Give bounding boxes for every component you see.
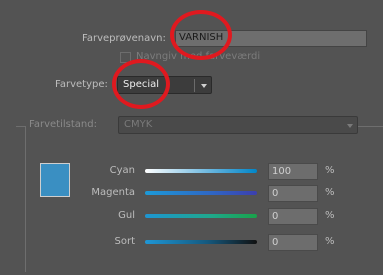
sort-value: 0 — [272, 237, 279, 248]
group-line-right — [358, 126, 383, 127]
chevron-down-icon — [347, 124, 353, 128]
color-mode-value: CMYK — [124, 119, 153, 130]
gul-value-field[interactable]: 0 — [268, 208, 318, 225]
color-type-label: Farvetype: — [55, 79, 108, 90]
cyan-slider[interactable] — [145, 169, 257, 173]
sort-value-field[interactable]: 0 — [268, 234, 318, 251]
magenta-value: 0 — [272, 188, 279, 199]
highlight-circle-type — [112, 59, 170, 109]
slider-label-cyan: Cyan — [109, 165, 135, 176]
cyan-value: 100 — [272, 166, 292, 177]
highlight-circle-name — [170, 10, 232, 60]
magenta-slider[interactable] — [145, 191, 257, 195]
group-line-left — [16, 126, 26, 127]
slider-label-gul: Gul — [118, 210, 135, 221]
chevron-down-icon — [201, 84, 207, 88]
color-swatch-preview — [40, 163, 70, 197]
magenta-unit: % — [325, 187, 335, 198]
color-mode-groupbox — [25, 126, 371, 272]
sort-unit: % — [325, 236, 335, 247]
dropdown-separator — [194, 79, 195, 92]
magenta-value-field[interactable]: 0 — [268, 185, 318, 202]
cyan-value-field[interactable]: 100 — [268, 163, 318, 180]
gul-slider[interactable] — [145, 214, 257, 218]
slider-label-magenta: Magenta — [91, 187, 135, 198]
sort-slider[interactable] — [145, 240, 257, 244]
color-mode-label: Farvetilstand: — [29, 119, 97, 130]
gul-unit: % — [325, 210, 335, 221]
swatch-name-label: Farveprøvenavn: — [82, 33, 166, 44]
color-mode-dropdown[interactable]: CMYK — [118, 116, 358, 134]
slider-label-sort: Sort — [114, 236, 136, 247]
cyan-unit: % — [325, 165, 335, 176]
gul-value: 0 — [272, 211, 279, 222]
